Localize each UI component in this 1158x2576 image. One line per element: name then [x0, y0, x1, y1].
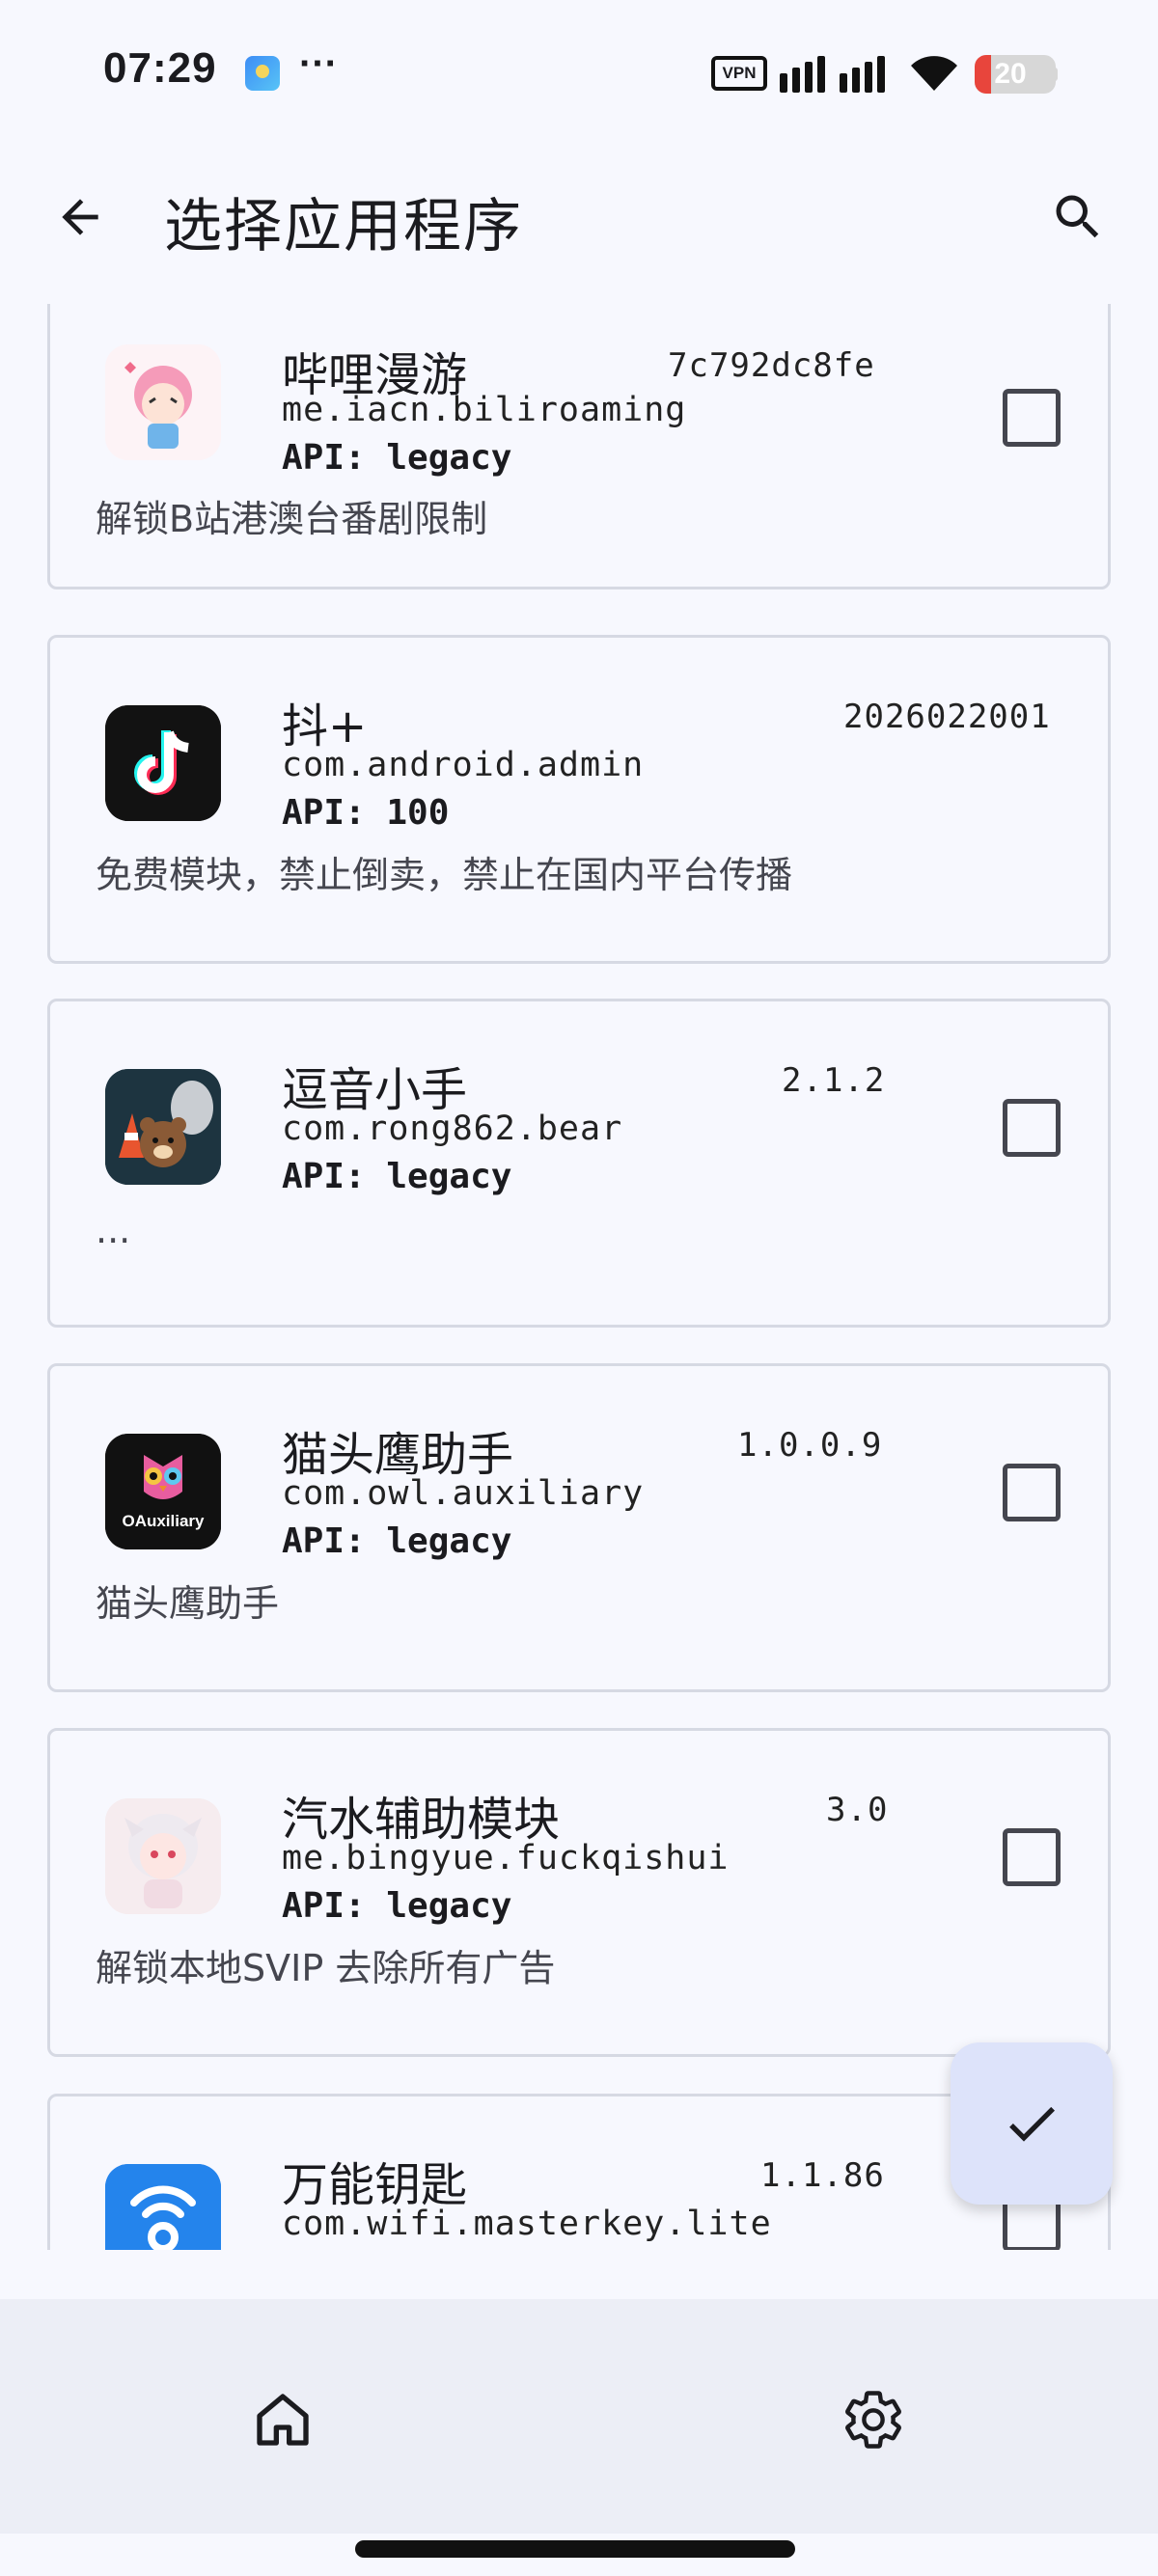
gear-icon: [845, 2391, 901, 2449]
module-card[interactable]: OAuxiliary 猫头鹰助手 1.0.0.9 com.owl.auxilia…: [47, 1363, 1111, 1692]
owl-assistant-app-icon: OAuxiliary: [105, 1434, 221, 1549]
module-card[interactable]: 抖+ 2026022001 com.android.admin API: 100…: [47, 635, 1111, 964]
module-api: API: 100: [282, 793, 450, 833]
gesture-handle[interactable]: [355, 2540, 795, 2558]
module-card[interactable]: 哔哩漫游 7c792dc8fe me.iacn.biliroaming API:…: [47, 304, 1111, 589]
module-version: 1.1.86: [760, 2156, 885, 2195]
module-checkbox[interactable]: [1003, 1099, 1061, 1157]
arrow-back-icon: [62, 199, 98, 235]
module-package: me.bingyue.fuckqishui: [282, 1839, 730, 1877]
module-card[interactable]: 汽水辅助模块 3.0 me.bingyue.fuckqishui API: le…: [47, 1728, 1111, 2057]
module-package: com.rong862.bear: [282, 1110, 623, 1148]
check-icon: [1009, 2106, 1055, 2142]
module-api: API: legacy: [282, 1886, 512, 1926]
module-checkbox[interactable]: [1003, 1828, 1061, 1886]
module-version: 2.1.2: [782, 1061, 886, 1100]
module-checkbox[interactable]: [1003, 1464, 1061, 1521]
qishui-helper-app-icon: [105, 1798, 221, 1914]
module-package: com.wifi.masterkey.lite: [282, 2205, 772, 2243]
wifi-masterkey-app-icon: [105, 2164, 221, 2250]
status-bar: 07:29 ··· VPN 20: [0, 0, 1158, 145]
status-time: 07:29: [103, 44, 217, 92]
module-list[interactable]: 哔哩漫游 7c792dc8fe me.iacn.biliroaming API:…: [0, 304, 1158, 2250]
search-button[interactable]: [1036, 176, 1119, 259]
module-checkbox[interactable]: [1003, 389, 1061, 447]
module-api: API: legacy: [282, 1521, 512, 1561]
nav-settings-button[interactable]: [830, 2376, 917, 2463]
search-icon: [1056, 195, 1099, 238]
battery-level: 20: [994, 58, 1027, 90]
battery-icon: 20: [975, 55, 1056, 94]
wifi-icon: [911, 56, 957, 91]
vpn-icon: VPN: [711, 56, 767, 91]
module-package: com.owl.auxiliary: [282, 1474, 645, 1513]
module-version: 7c792dc8fe: [668, 346, 875, 385]
bottom-navigation: [0, 2299, 1158, 2534]
biliroaming-app-icon: [105, 344, 221, 460]
back-button[interactable]: [39, 176, 122, 259]
more-notifications-icon: ···: [299, 42, 338, 85]
module-description: ...: [96, 1209, 131, 1251]
douyin-app-icon: [105, 705, 221, 821]
module-version: 2026022001: [843, 698, 1051, 736]
home-icon: [257, 2394, 309, 2446]
module-package: me.iacn.biliroaming: [282, 391, 687, 429]
owl-icon-text: OAuxiliary: [122, 1512, 205, 1530]
module-api: API: legacy: [282, 438, 512, 478]
module-description: 解锁本地SVIP 去除所有广告: [96, 1947, 556, 1989]
module-api: API: legacy: [282, 1157, 512, 1196]
module-description: 免费模块，禁止倒卖，禁止在国内平台传播: [96, 854, 793, 896]
battery-tip: [1053, 68, 1058, 81]
gallery-notification-icon: [245, 56, 280, 91]
douyin-hand-app-icon: [105, 1069, 221, 1185]
confirm-selection-button[interactable]: [951, 2042, 1113, 2205]
module-package: com.android.admin: [282, 746, 645, 784]
module-description: 解锁B站港澳台番剧限制: [96, 498, 488, 540]
signal-icon: [780, 56, 885, 93]
module-card[interactable]: 逗音小手 2.1.2 com.rong862.bear API: legacy …: [47, 999, 1111, 1328]
app-bar: 选择应用程序: [0, 145, 1158, 289]
nav-home-button[interactable]: [239, 2376, 326, 2463]
page-title: 选择应用程序: [164, 193, 523, 260]
module-version: 3.0: [826, 1791, 889, 1829]
module-description: 猫头鹰助手: [96, 1582, 280, 1625]
module-version: 1.0.0.9: [737, 1426, 883, 1465]
